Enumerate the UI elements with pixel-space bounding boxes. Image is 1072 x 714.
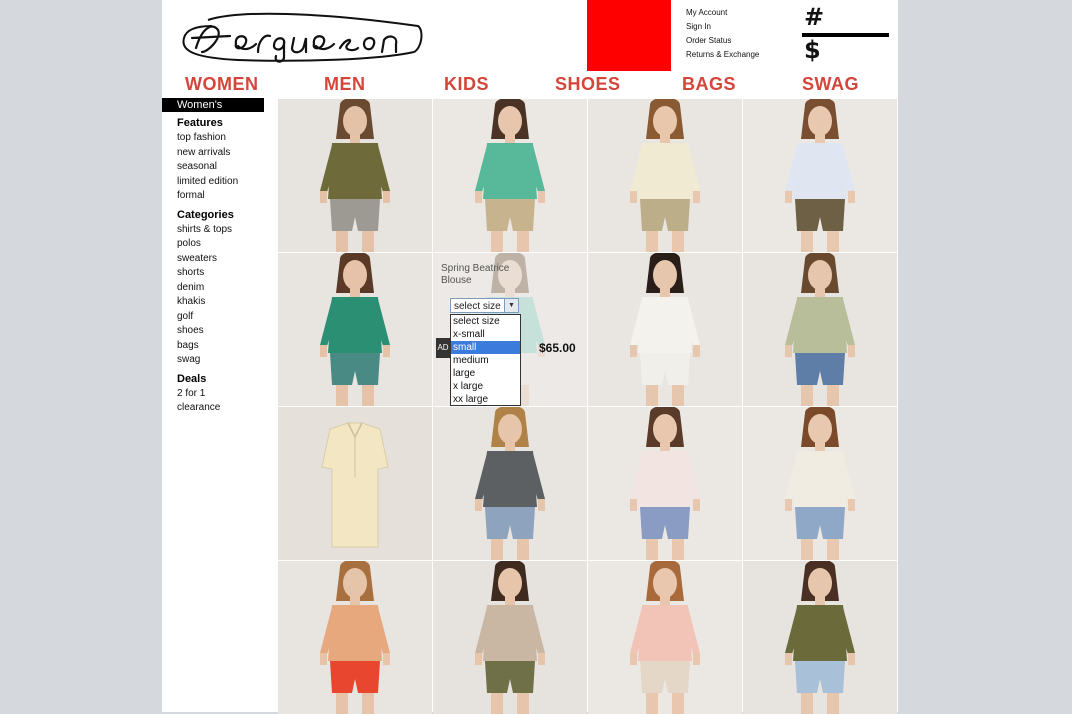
sidebar-item-golf[interactable]: golf: [177, 310, 278, 325]
dropdown-arrow-icon[interactable]: ▼: [504, 299, 518, 312]
product-tile[interactable]: [278, 407, 432, 560]
order-status-link[interactable]: Order Status: [686, 34, 759, 48]
model-figure-icon: [320, 253, 390, 406]
size-option[interactable]: select size: [451, 315, 520, 328]
sidebar-item-shorts[interactable]: shorts: [177, 266, 278, 281]
product-tile[interactable]: [588, 561, 742, 714]
brand-logo[interactable]: [178, 8, 434, 64]
nav-bags[interactable]: BAGS: [682, 74, 736, 95]
model-figure-icon: [785, 99, 855, 252]
product-tile[interactable]: [278, 561, 432, 714]
product-tile[interactable]: [278, 253, 432, 406]
size-select-value: select size: [454, 301, 501, 312]
deals-heading: Deals: [177, 372, 207, 385]
product-name: Spring Beatrice Blouse: [441, 263, 510, 286]
sign-in-link[interactable]: Sign In: [686, 20, 759, 34]
nav-kids[interactable]: KIDS: [444, 74, 489, 95]
size-select[interactable]: select size ▼: [450, 298, 519, 313]
product-tile[interactable]: [588, 253, 742, 406]
signature-logo-icon: [182, 12, 423, 63]
product-tile[interactable]: [433, 561, 587, 714]
product-tile[interactable]: [588, 407, 742, 560]
features-list: top fashion new arrivals seasonal limite…: [162, 131, 278, 204]
size-option[interactable]: xx large: [451, 393, 520, 406]
cart-summary[interactable]: # $: [802, 4, 892, 66]
account-links: My Account Sign In Order Status Returns …: [686, 6, 759, 62]
my-account-link[interactable]: My Account: [686, 6, 759, 20]
product-grid: Spring Beatrice Blouse select size ▼ sel…: [278, 98, 898, 714]
model-figure-icon: [475, 407, 545, 560]
sidebar-item-denim[interactable]: denim: [177, 281, 278, 296]
model-figure-icon: [630, 99, 700, 252]
size-option[interactable]: large: [451, 367, 520, 380]
size-option[interactable]: medium: [451, 354, 520, 367]
promo-banner[interactable]: [587, 0, 671, 71]
size-option[interactable]: x-small: [451, 328, 520, 341]
sidebar-item-shoes[interactable]: shoes: [177, 324, 278, 339]
model-figure-icon: [630, 561, 700, 714]
current-department[interactable]: Women's: [162, 98, 264, 112]
sidebar-item-seasonal[interactable]: seasonal: [177, 160, 278, 175]
garment-flat-icon: [321, 422, 389, 548]
model-figure-icon: [475, 561, 545, 714]
sidebar-item-limited-edition[interactable]: limited edition: [177, 175, 278, 190]
features-heading: Features: [177, 117, 223, 129]
sidebar-item-bags[interactable]: bags: [177, 339, 278, 354]
categories-heading: Categories: [177, 208, 234, 221]
deals-list: 2 for 1 clearance: [162, 387, 278, 416]
product-tile[interactable]: [588, 99, 742, 252]
product-detail-card[interactable]: Spring Beatrice Blouse select size ▼ sel…: [433, 253, 587, 406]
product-tile[interactable]: [433, 407, 587, 560]
nav-women[interactable]: WOMEN: [185, 74, 259, 95]
product-price: $65.00: [539, 341, 576, 355]
sidebar-item-sweaters[interactable]: sweaters: [177, 252, 278, 267]
product-tile[interactable]: [743, 561, 897, 714]
sidebar-item-shirts-tops[interactable]: shirts & tops: [177, 223, 278, 238]
add-to-bag-button[interactable]: AD: [436, 338, 450, 358]
size-options-list: select size x-small small medium large x…: [450, 314, 521, 406]
returns-exchange-link[interactable]: Returns & Exchange: [686, 48, 759, 62]
nav-men[interactable]: MEN: [324, 74, 366, 95]
sidebar-item-top-fashion[interactable]: top fashion: [177, 131, 278, 146]
sidebar-item-clearance[interactable]: clearance: [177, 401, 278, 416]
product-tile[interactable]: [743, 99, 897, 252]
sidebar-item-khakis[interactable]: khakis: [177, 295, 278, 310]
product-tile[interactable]: [433, 99, 587, 252]
storefront-page: My Account Sign In Order Status Returns …: [162, 0, 898, 714]
model-figure-icon: [320, 99, 390, 252]
sidebar-item-polos[interactable]: polos: [177, 237, 278, 252]
size-option-selected[interactable]: small: [451, 341, 520, 354]
category-sidebar: Women's Features top fashion new arrival…: [162, 98, 278, 418]
product-tile[interactable]: [743, 253, 897, 406]
nav-shoes[interactable]: SHOES: [555, 74, 621, 95]
model-figure-icon: [785, 407, 855, 560]
categories-list: shirts & tops polos sweaters shorts deni…: [162, 223, 278, 368]
sidebar-item-swag[interactable]: swag: [177, 353, 278, 368]
site-header: My Account Sign In Order Status Returns …: [162, 0, 895, 98]
model-figure-icon: [785, 253, 855, 406]
model-figure-icon: [475, 99, 545, 252]
product-tile[interactable]: [278, 99, 432, 252]
item-count-icon: #: [804, 3, 825, 31]
size-option[interactable]: x large: [451, 380, 520, 393]
model-figure-icon: [320, 561, 390, 714]
cart-total-icon: $: [804, 36, 821, 64]
sidebar-item-new-arrivals[interactable]: new arrivals: [177, 146, 278, 161]
nav-swag[interactable]: SWAG: [802, 74, 859, 95]
sidebar-item-2-for-1[interactable]: 2 for 1: [177, 387, 278, 402]
model-figure-icon: [630, 407, 700, 560]
top-navigation: WOMEN MEN KIDS SHOES BAGS SWAG: [162, 74, 895, 96]
product-tile[interactable]: [743, 407, 897, 560]
sidebar-item-formal[interactable]: formal: [177, 189, 278, 204]
model-figure-icon: [785, 561, 855, 714]
model-figure-icon: [630, 253, 700, 406]
